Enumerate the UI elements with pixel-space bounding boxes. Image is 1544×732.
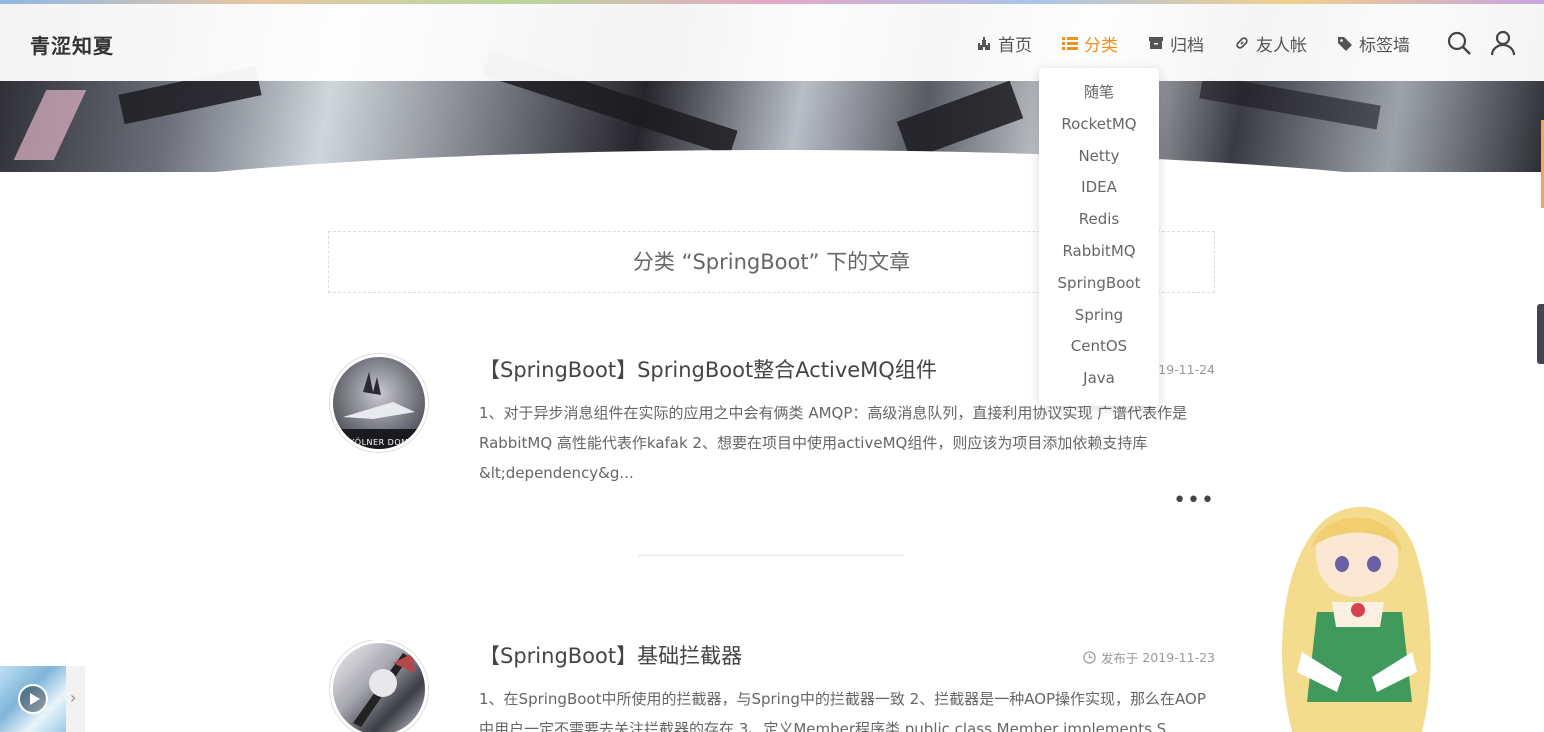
category-menu-item[interactable]: SpringBoot [1039,268,1159,300]
tag-icon [1338,37,1352,51]
mascot-character[interactable] [1262,502,1440,732]
category-dropdown: 随笔 RocketMQ Netty IDEA Redis RabbitMQ Sp… [1039,68,1159,406]
site-brand[interactable]: 青涩知夏 [30,30,114,59]
category-menu-item[interactable]: Spring [1039,300,1159,332]
category-menu-item[interactable]: Redis [1039,204,1159,236]
archive-icon [1149,37,1163,49]
category-menu-item[interactable]: RocketMQ [1039,109,1159,141]
nav-item-label: 归档 [1170,35,1204,56]
post-date: 发布于 2019-11-23 [1083,648,1215,667]
post-divider [638,555,905,556]
nav-item-categories[interactable]: 分类 [1062,30,1118,56]
nav-tools [1428,30,1516,56]
nav-item-label: 标签墙 [1359,35,1410,56]
category-menu-item[interactable]: IDEA [1039,172,1159,204]
category-menu-item[interactable]: 随笔 [1039,77,1159,109]
user-icon[interactable] [1490,30,1516,56]
castle-icon [978,37,990,50]
category-menu-item[interactable]: CentOS [1039,331,1159,363]
post-date-value: 2019-11-23 [1142,650,1215,665]
thumbnail-image [353,653,415,727]
play-icon[interactable] [18,684,48,714]
main-nav: 首页 分类 归档 友人帐 标签墙 [946,30,1410,56]
nav-item-tags[interactable]: 标签墙 [1337,30,1410,56]
navbar: 青涩知夏 首页 分类 归档 友人帐 标签墙 [0,4,1544,81]
post-thumbnail[interactable]: KÖLNER DOM [330,354,428,452]
music-player: › [0,666,85,732]
list-icon [1062,37,1078,50]
nav-item-home[interactable]: 首页 [976,30,1032,56]
category-menu-item[interactable]: Netty [1039,141,1159,173]
search-icon[interactable] [1446,30,1472,56]
link-icon [1236,37,1248,49]
nav-item-friends[interactable]: 友人帐 [1234,30,1307,56]
category-menu-item[interactable]: Java [1039,363,1159,395]
post-excerpt: 1、在SpringBoot中所使用的拦截器，与Spring中的拦截器一致 2、拦… [479,690,1206,732]
more-button[interactable]: ••• [1173,490,1215,512]
cathedral-image [333,372,425,449]
side-panel-handle[interactable] [1537,304,1544,364]
post-date-prefix: 发布于 [1100,651,1139,666]
post-card: 【SpringBoot】基础拦截器 发布于 2019-11-23 1、在Spri… [328,640,1215,732]
category-menu-item[interactable]: RabbitMQ [1039,236,1159,268]
expand-player-arrow[interactable]: › [70,688,76,707]
post-thumbnail[interactable] [330,640,428,732]
post-title[interactable]: 【SpringBoot】SpringBoot整合ActiveMQ组件 [479,354,937,384]
post-excerpt: 1、对于异步消息组件在实际的应用之中会有俩类 AMQP：高级消息队列，直接利用协… [479,404,1188,482]
thumbnail-caption: KÖLNER DOM [349,438,409,447]
clock-icon [1083,651,1096,664]
nav-item-label: 分类 [1084,35,1118,56]
nav-item-archive[interactable]: 归档 [1148,30,1204,56]
nav-item-label: 首页 [998,35,1032,56]
nav-item-label: 友人帐 [1256,35,1307,56]
post-title[interactable]: 【SpringBoot】基础拦截器 [479,640,742,670]
